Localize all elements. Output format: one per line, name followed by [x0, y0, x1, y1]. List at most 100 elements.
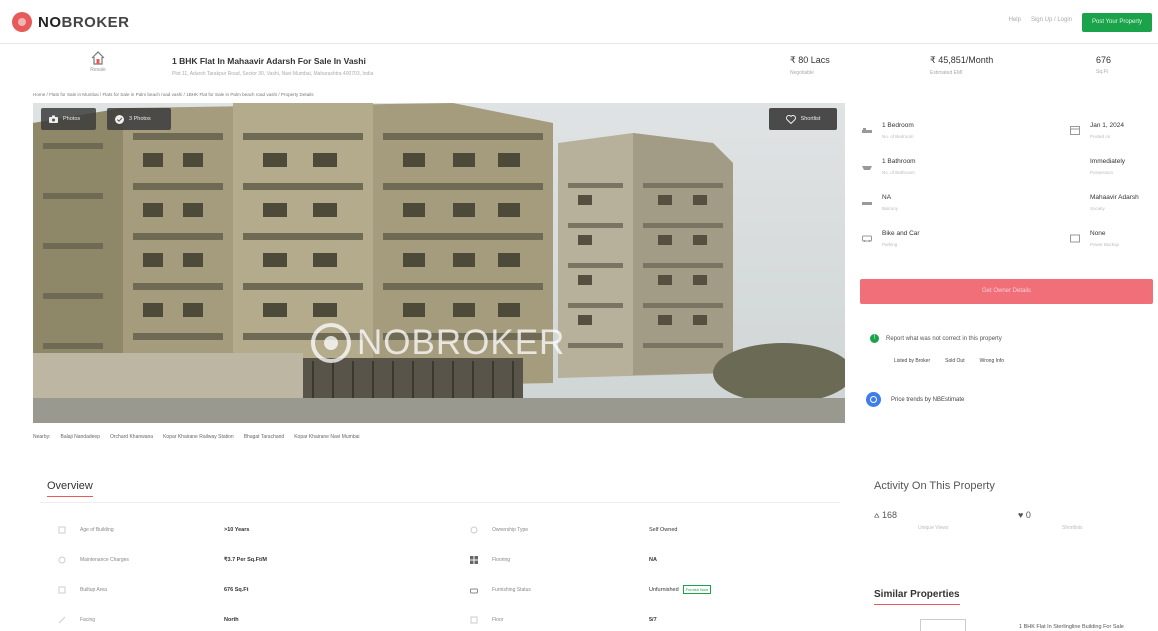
overview-value: ₹3.7 Per Sq.Ft/M — [224, 557, 267, 563]
building-icon — [1070, 197, 1080, 207]
overview-value: Unfurnished — [649, 586, 679, 593]
feature-possession: Immediately Possession — [1070, 155, 1158, 185]
feature-title: Immediately — [1090, 158, 1126, 165]
overview-label: Floor — [492, 617, 504, 623]
feature-society: Mahaavir Adarsh Society — [1070, 191, 1158, 221]
flooring-icon — [470, 556, 478, 564]
emi-value: ₹ 45,851/Month — [930, 55, 994, 65]
post-property-button[interactable]: Post Your Property — [1082, 13, 1152, 32]
heart-icon — [785, 114, 796, 124]
property-title: 1 BHK Flat In Mahaavir Adarsh For Sale I… — [172, 56, 366, 66]
property-photo-gallery[interactable]: Photos 3 Photos Shortlist NOBROKER — [33, 103, 845, 423]
resale-label: Resale — [90, 67, 106, 73]
report-text: Report what was not correct in this prop… — [886, 335, 1002, 342]
maintenance-icon — [58, 556, 66, 564]
shortlists-sub: Shortlists — [1062, 525, 1083, 531]
watermark-text: NOBROKER — [357, 323, 566, 362]
top-navbar: NOBROKER Help Sign Up / Login Post Your … — [0, 0, 1158, 44]
views-stat: ⩟ 168 — [874, 510, 897, 521]
report-options: Listed by Broker Sold Out Wrong Info — [894, 358, 1004, 364]
people-icon: ⩟ — [874, 510, 880, 520]
report-sold-out[interactable]: Sold Out — [945, 358, 964, 364]
emi-stat: ₹ 45,851/Month Estimated EMI — [930, 55, 993, 76]
overview-value: North — [224, 617, 239, 623]
bathtub-icon — [862, 166, 872, 170]
report-listed-by-broker[interactable]: Listed by Broker — [894, 358, 930, 364]
similar-property-thumbnail[interactable] — [920, 619, 966, 631]
nearby-item[interactable]: Orchard Khanwana — [110, 434, 153, 440]
shortlists-stat: ♥ 0 — [1018, 510, 1031, 520]
help-link[interactable]: Help — [1009, 17, 1021, 23]
feature-title: NA — [882, 194, 892, 201]
feature-sub: Parking — [882, 242, 898, 247]
overview-label: Builtup Area — [80, 587, 107, 593]
report-section: ! Report what was not correct in this pr… — [870, 334, 1002, 343]
feature-title: None — [1090, 230, 1106, 237]
feature-title: Mahaavir Adarsh — [1090, 194, 1139, 201]
feature-title: 1 Bedroom — [882, 122, 914, 129]
price-trends-link[interactable]: Price trends by NBEstimate — [866, 392, 964, 407]
feature-parking: Bike and Car Parking — [862, 227, 1012, 257]
area-stat: 676 Sq.Ft — [1096, 55, 1111, 75]
similar-property-link[interactable]: 1 BHK Flat In Sterlingline Building For … — [1019, 624, 1124, 630]
compass-icon — [58, 616, 66, 624]
nearby-item[interactable]: Bhagat Tarachand — [244, 434, 285, 440]
feature-sub: Possession — [1090, 170, 1114, 175]
overview-row: Flooring — [470, 556, 510, 564]
nearby-places: Nearby: Balaji Nandadeep Orchard Khanwan… — [33, 434, 360, 440]
feature-sub: Power Backup — [1090, 242, 1120, 247]
nearby-item[interactable]: Kopar Khairane Railway Station — [163, 434, 234, 440]
bed-icon — [862, 128, 872, 133]
shortlists-count: 0 — [1025, 510, 1031, 520]
overview-value-furnishing: Unfurnished Furnish Now — [649, 585, 712, 594]
overview-row: Age of Building — [58, 526, 114, 534]
feature-sub: Society — [1090, 206, 1105, 211]
overview-label: Furnishing Status — [492, 587, 531, 593]
tab-overview[interactable]: Overview — [47, 480, 93, 497]
feature-posted-on: Jan 1, 2024 Posted on — [1070, 119, 1158, 149]
login-link[interactable]: Sign Up / Login — [1031, 17, 1072, 23]
calendar-icon — [1070, 126, 1080, 135]
building-age-icon — [58, 526, 66, 534]
feature-sub: Balcony — [882, 206, 899, 211]
car-icon — [862, 235, 872, 242]
overview-value: 5/7 — [649, 617, 657, 623]
furnish-now-badge[interactable]: Furnish Now — [682, 585, 712, 594]
photos-button[interactable]: Photos — [41, 108, 96, 130]
shortlist-button[interactable]: Shortlist — [769, 108, 837, 130]
breadcrumb[interactable]: Home / Flats for Sale in Mumbai / Flats … — [33, 92, 314, 97]
balcony-icon — [862, 202, 872, 205]
similar-properties-title: Similar Properties — [874, 589, 960, 605]
nearby-label: Nearby: — [33, 434, 51, 440]
ownership-icon — [470, 526, 478, 534]
feature-bathroom: 1 Bathroom No. of Bathroom — [862, 155, 1012, 185]
area-icon — [58, 586, 66, 594]
property-header: Resale 1 BHK Flat In Mahaavir Adarsh For… — [0, 46, 1158, 88]
overview-label: Age of Building — [80, 527, 114, 533]
key-icon — [1070, 161, 1080, 171]
photos-label: Photos — [63, 116, 81, 122]
overview-value: NA — [649, 557, 657, 563]
nearby-item[interactable]: Kopar Khairane Navi Mumbai — [294, 434, 359, 440]
overview-value: >10 Years — [224, 527, 250, 533]
check-circle-icon — [115, 114, 124, 124]
overview-row: Furnishing Status — [470, 586, 531, 594]
nobroker-watermark: NOBROKER — [311, 323, 565, 363]
overview-row: Facing — [58, 616, 95, 624]
power-icon — [1070, 234, 1080, 243]
logo-text-no: NO — [38, 13, 62, 31]
report-wrong-info[interactable]: Wrong Info — [980, 358, 1004, 364]
feature-title: Bike and Car — [882, 230, 920, 237]
nearby-item[interactable]: Balaji Nandadeep — [61, 434, 100, 440]
camera-icon — [49, 115, 58, 123]
feature-bedroom: 1 Bedroom No. of Bedroom — [862, 119, 1012, 149]
all-photos-button[interactable]: 3 Photos — [107, 108, 171, 130]
overview-row: Maintenance Charges — [58, 556, 129, 564]
feature-balcony: NA Balcony — [862, 191, 1012, 221]
get-owner-details-button[interactable]: Get Owner Details — [860, 279, 1153, 304]
property-address: Plot 11, Adarsh Tarakpur Road, Sector 30… — [172, 71, 374, 77]
overview-row: Ownership Type — [470, 526, 528, 534]
floor-icon — [470, 616, 478, 624]
nobroker-logo[interactable]: NOBROKER — [12, 12, 130, 32]
area-value: 676 — [1096, 55, 1112, 65]
